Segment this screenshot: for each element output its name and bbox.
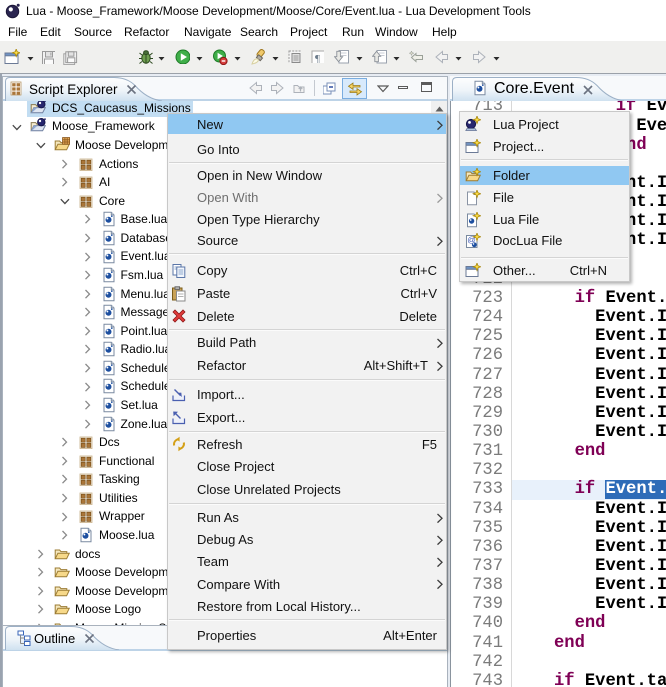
svg-text:¶: ¶ (315, 53, 320, 63)
